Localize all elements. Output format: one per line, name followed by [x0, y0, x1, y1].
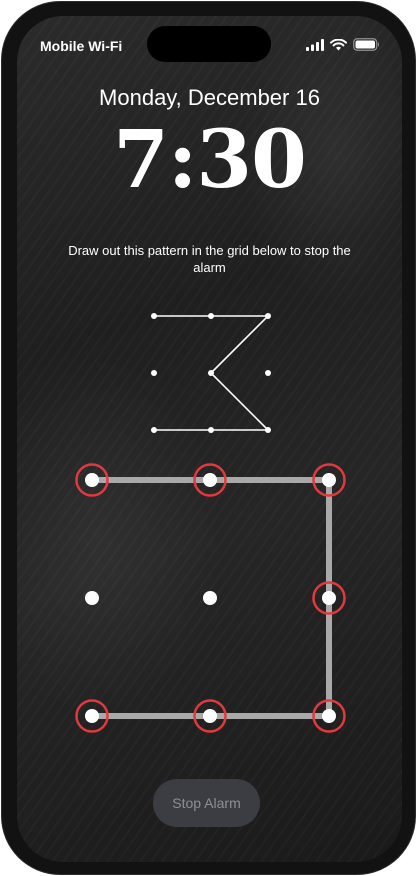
grid-dot — [322, 473, 336, 487]
grid-dot — [85, 473, 99, 487]
grid-node-5[interactable] — [203, 591, 217, 605]
grid-dot — [203, 709, 217, 723]
grid-dot — [85, 591, 99, 605]
grid-dot — [203, 591, 217, 605]
grid-dot — [85, 709, 99, 723]
grid-dot — [322, 591, 336, 605]
phone-frame: Mobile Wi-Fi Monday, December 16 7:30 Dr… — [2, 2, 415, 874]
grid-dot — [322, 709, 336, 723]
lock-screen: Mobile Wi-Fi Monday, December 16 7:30 Dr… — [17, 16, 402, 862]
stop-alarm-button[interactable]: Stop Alarm — [153, 779, 260, 827]
grid-node-4[interactable] — [85, 591, 99, 605]
pattern-input-grid[interactable] — [17, 16, 402, 862]
grid-dot — [203, 473, 217, 487]
